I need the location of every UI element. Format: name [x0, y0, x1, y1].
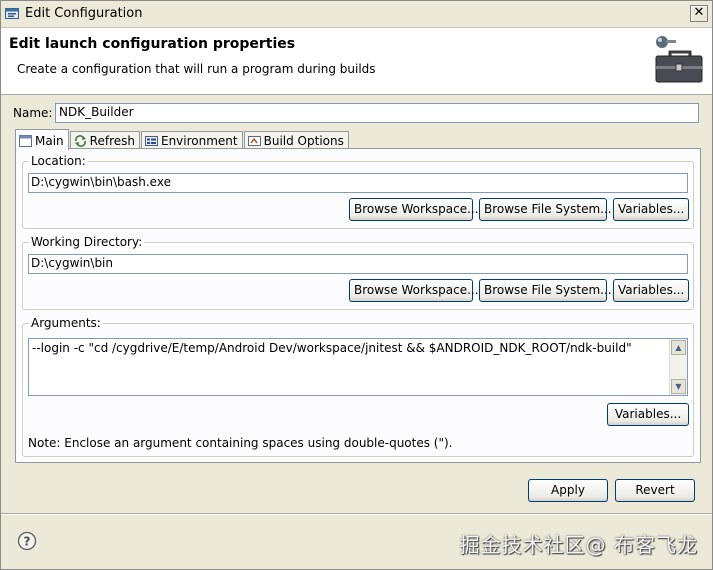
refresh-icon	[74, 135, 86, 147]
tab-label: Environment	[160, 134, 238, 148]
app-icon	[5, 8, 19, 19]
svg-text:?: ?	[24, 535, 31, 549]
working-directory-label: Working Directory:	[29, 235, 145, 249]
revert-button[interactable]: Revert	[615, 479, 695, 502]
name-input[interactable]: NDK_Builder	[55, 103, 699, 123]
tab-bar: Main Refresh Environment Build Options	[15, 129, 350, 150]
edit-configuration-dialog: Edit Configuration ✕ Edit launch configu…	[0, 0, 713, 570]
arguments-textarea[interactable]: --login -c "cd /cygdrive/E/temp/Android …	[28, 338, 688, 396]
location-input[interactable]: D:\cygwin\bin\bash.exe	[28, 173, 688, 193]
arrow-down-icon: ▼	[675, 382, 682, 391]
close-button[interactable]: ✕	[690, 5, 708, 22]
location-browse-workspace-button[interactable]: Browse Workspace...	[349, 198, 479, 221]
arguments-variables-button[interactable]: Variables...	[607, 403, 689, 426]
location-browse-file-system-button[interactable]: Browse File System...	[479, 198, 612, 221]
tab-main[interactable]: Main	[15, 129, 69, 150]
workdir-browse-file-system-button[interactable]: Browse File System...	[479, 279, 612, 302]
banner-description: Create a configuration that will run a p…	[17, 62, 376, 76]
arguments-group: Arguments: --login -c "cd /cygdrive/E/te…	[22, 316, 694, 457]
environment-icon	[144, 136, 158, 146]
banner-title: Edit launch configuration properties	[9, 36, 296, 52]
build-options-icon	[247, 136, 261, 146]
tab-refresh[interactable]: Refresh	[69, 131, 140, 149]
working-directory-input[interactable]: D:\cygwin\bin	[28, 254, 688, 274]
workdir-browse-workspace-button[interactable]: Browse Workspace...	[349, 279, 479, 302]
working-directory-group: Working Directory: D:\cygwin\bin Browse …	[22, 235, 694, 310]
location-label: Location:	[29, 154, 88, 168]
arguments-label: Arguments:	[29, 316, 103, 330]
scroll-down-button[interactable]: ▼	[671, 379, 686, 394]
arguments-note: Note: Enclose an argument containing spa…	[28, 436, 453, 450]
arguments-text: --login -c "cd /cygdrive/E/temp/Android …	[32, 341, 632, 355]
tab-label: Main	[35, 133, 64, 148]
tab-label: Build Options	[263, 134, 344, 148]
footer-separator	[1, 513, 712, 515]
apply-button[interactable]: Apply	[528, 479, 608, 502]
arrow-up-icon: ▲	[675, 343, 682, 352]
main-tab-panel: Location: D:\cygwin\bin\bash.exe Browse …	[15, 148, 701, 463]
help-icon[interactable]: ?	[17, 531, 37, 551]
location-variables-button[interactable]: Variables...	[613, 198, 689, 221]
name-label: Name:	[13, 106, 53, 120]
tab-environment[interactable]: Environment	[140, 131, 243, 149]
tab-label: Refresh	[89, 134, 135, 148]
watermark: 掘金技术社区@ 布客飞龙	[459, 533, 698, 557]
window-title: Edit Configuration	[25, 6, 143, 21]
title-bar[interactable]: Edit Configuration ✕	[1, 1, 712, 28]
header-banner: Edit launch configuration properties Cre…	[1, 28, 712, 95]
tab-build-options[interactable]: Build Options	[243, 131, 349, 149]
main-tab-icon	[19, 134, 32, 147]
close-icon: ✕	[693, 5, 705, 20]
arguments-scrollbar[interactable]: ▲ ▼	[669, 339, 687, 395]
location-group: Location: D:\cygwin\bin\bash.exe Browse …	[22, 154, 694, 229]
scroll-up-button[interactable]: ▲	[671, 340, 686, 355]
workdir-variables-button[interactable]: Variables...	[613, 279, 689, 302]
toolbox-icon	[655, 36, 703, 83]
